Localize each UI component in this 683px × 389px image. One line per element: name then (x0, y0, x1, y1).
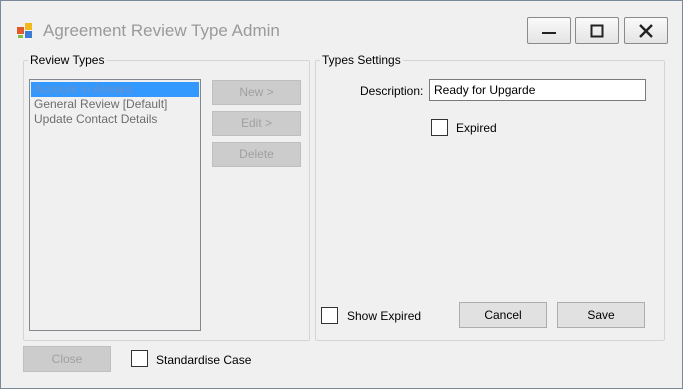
app-icon (16, 21, 36, 39)
minimize-button[interactable] (527, 17, 571, 44)
standardise-case-label: Standardise Case (156, 353, 252, 367)
review-types-list[interactable]: Account in Arrears General Review [Defau… (29, 79, 201, 331)
window-title: Agreement Review Type Admin (43, 21, 280, 40)
dialog-window: Agreement Review Type Admin Review Types… (0, 0, 683, 389)
delete-button[interactable]: Delete (212, 142, 301, 167)
expired-label: Expired (456, 121, 497, 135)
list-item-general-review[interactable]: General Review [Default] (31, 97, 199, 112)
new-button[interactable]: New > (212, 80, 301, 105)
cancel-button[interactable]: Cancel (459, 302, 547, 328)
review-types-legend: Review Types (30, 53, 105, 67)
list-item-update-contact-details[interactable]: Update Contact Details (31, 112, 199, 127)
minimize-icon (542, 31, 556, 34)
description-label: Description: (360, 84, 424, 98)
description-field[interactable] (429, 79, 646, 101)
maximize-button[interactable] (575, 17, 619, 44)
edit-button[interactable]: Edit > (212, 111, 301, 136)
list-item-account-in-arrears[interactable]: Account in Arrears (31, 82, 199, 97)
save-button[interactable]: Save (557, 302, 645, 328)
close-button[interactable]: Close (23, 346, 111, 372)
expired-checkbox[interactable] (431, 119, 448, 136)
types-settings-legend: Types Settings (322, 53, 401, 67)
title-bar: Agreement Review Type Admin (1, 1, 682, 44)
close-window-button[interactable] (624, 17, 668, 44)
standardise-case-checkbox[interactable] (131, 350, 148, 367)
show-expired-checkbox[interactable] (321, 307, 338, 324)
show-expired-label: Show Expired (347, 309, 422, 323)
close-icon (639, 23, 653, 38)
maximize-icon (590, 24, 604, 37)
